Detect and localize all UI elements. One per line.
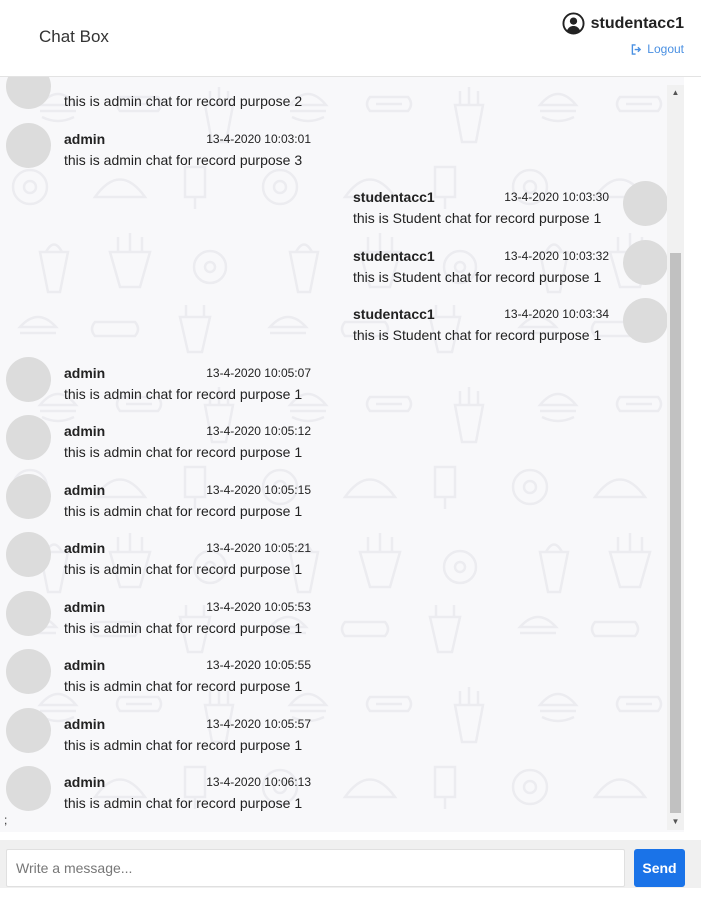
message-text: this is Student chat for record purpose … (353, 210, 602, 226)
message-text: this is admin chat for record purpose 1 (64, 503, 303, 519)
avatar (6, 708, 51, 753)
chat-message: admin 13-4-2020 10:05:12 this is admin cha… (0, 415, 684, 471)
avatar (6, 474, 51, 519)
scroll-down-arrow-icon[interactable]: ▼ (667, 814, 684, 830)
message-text: this is admin chat for record purpose 1 (64, 561, 303, 577)
message-sender: studentacc1 (353, 189, 435, 205)
message-sender: admin (64, 540, 106, 556)
message-sender: admin (64, 482, 106, 498)
message-sender: admin (64, 716, 106, 732)
message-timestamp: 13-4-2020 10:05:12 (206, 424, 311, 438)
message-text: this is admin chat for record purpose 1 (64, 386, 303, 402)
scrollbar-thumb[interactable] (670, 253, 681, 813)
avatar (6, 532, 51, 577)
message-sender: admin (64, 599, 106, 615)
chat-message: admin 13-4-2020 10:05:21 this is admin cha… (0, 532, 684, 588)
avatar (6, 766, 51, 811)
logout-label: Logout (647, 42, 684, 56)
avatar (623, 240, 668, 285)
message-timestamp: 13-4-2020 10:05:07 (206, 366, 311, 380)
avatar (6, 357, 51, 402)
logout-link[interactable]: Logout (562, 42, 684, 56)
message-sender: admin (64, 131, 106, 147)
app-header: Chat Box studentacc1 Logout (0, 0, 701, 77)
chat-message: studentacc1 13-4-2020 10:03:34 this is Stu… (0, 298, 684, 354)
message-text: this is admin chat for record purpose 1 (64, 678, 303, 694)
chat-message: admin 13-4-2020 10:05:53 this is admin cha… (0, 591, 684, 647)
message-timestamp: 13-4-2020 10:03:34 (504, 307, 609, 321)
message-sender: admin (64, 365, 106, 381)
message-timestamp: 13-4-2020 10:05:21 (206, 541, 311, 555)
chat-scrollbar[interactable]: ▲ ▼ (667, 85, 684, 830)
chat-message: admin 13-4-2020 10:05:57 this is admin cha… (0, 708, 684, 764)
current-username: studentacc1 (590, 14, 684, 32)
message-text: this is admin chat for record purpose 1 (64, 737, 303, 753)
message-text: this is Student chat for record purpose … (353, 269, 602, 285)
avatar (6, 123, 51, 168)
message-text: this is admin chat for record purpose 1 (64, 620, 303, 636)
avatar (6, 591, 51, 636)
message-sender: admin (64, 774, 106, 790)
message-timestamp: 13-4-2020 10:05:15 (206, 483, 311, 497)
message-text: this is Student chat for record purpose … (353, 327, 602, 343)
send-button[interactable]: Send (634, 849, 685, 887)
message-sender: admin (64, 657, 106, 673)
message-sender: studentacc1 (353, 248, 435, 264)
message-text: this is admin chat for record purpose 1 (64, 795, 303, 811)
message-timestamp: 13-4-2020 10:03:32 (504, 249, 609, 263)
page-title: Chat Box (39, 27, 109, 46)
chat-message: studentacc1 13-4-2020 10:03:30 this is Stu… (0, 181, 684, 237)
avatar (6, 415, 51, 460)
message-sender: studentacc1 (353, 306, 435, 322)
scroll-up-arrow-icon[interactable]: ▲ (667, 85, 684, 101)
avatar (623, 181, 668, 226)
message-timestamp: 13-4-2020 10:05:57 (206, 717, 311, 731)
chat-message: admin 13-4-2020 10:05:07 this is admin cha… (0, 357, 684, 413)
chat-message: admin 13-4-2020 10:05:15 this is admin cha… (0, 474, 684, 530)
message-text: this is admin chat for record purpose 2 (64, 93, 303, 109)
user-info: studentacc1 (562, 12, 684, 35)
message-text: this is admin chat for record purpose 1 (64, 444, 303, 460)
chat-message: this is admin chat for record purpose 2 (0, 77, 684, 120)
sign-out-icon (631, 43, 642, 55)
message-input[interactable] (6, 849, 625, 887)
message-timestamp: 13-4-2020 10:03:01 (206, 132, 311, 146)
chat-message: admin 13-4-2020 10:05:55 this is admin cha… (0, 649, 684, 705)
avatar (6, 649, 51, 694)
avatar (623, 298, 668, 343)
message-timestamp: 13-4-2020 10:06:13 (206, 775, 311, 789)
message-timestamp: 13-4-2020 10:05:55 (206, 658, 311, 672)
chat-message: admin 13-4-2020 10:06:13 this is admin cha… (0, 766, 684, 822)
chat-message: studentacc1 13-4-2020 10:03:32 this is Stu… (0, 240, 684, 296)
chat-messages-panel[interactable]: this is admin chat for record purpose 2 a… (0, 77, 684, 832)
message-text: this is admin chat for record purpose 3 (64, 152, 303, 168)
avatar (6, 77, 51, 109)
user-menu: studentacc1 Logout (562, 12, 684, 56)
message-timestamp: 13-4-2020 10:05:53 (206, 600, 311, 614)
stray-text: ; (4, 813, 8, 827)
message-sender: admin (64, 423, 106, 439)
user-circle-icon (562, 12, 585, 35)
message-timestamp: 13-4-2020 10:03:30 (504, 190, 609, 204)
page-bottom-strip (0, 888, 701, 903)
chat-message: admin 13-4-2020 10:03:01 this is admin cha… (0, 123, 684, 179)
